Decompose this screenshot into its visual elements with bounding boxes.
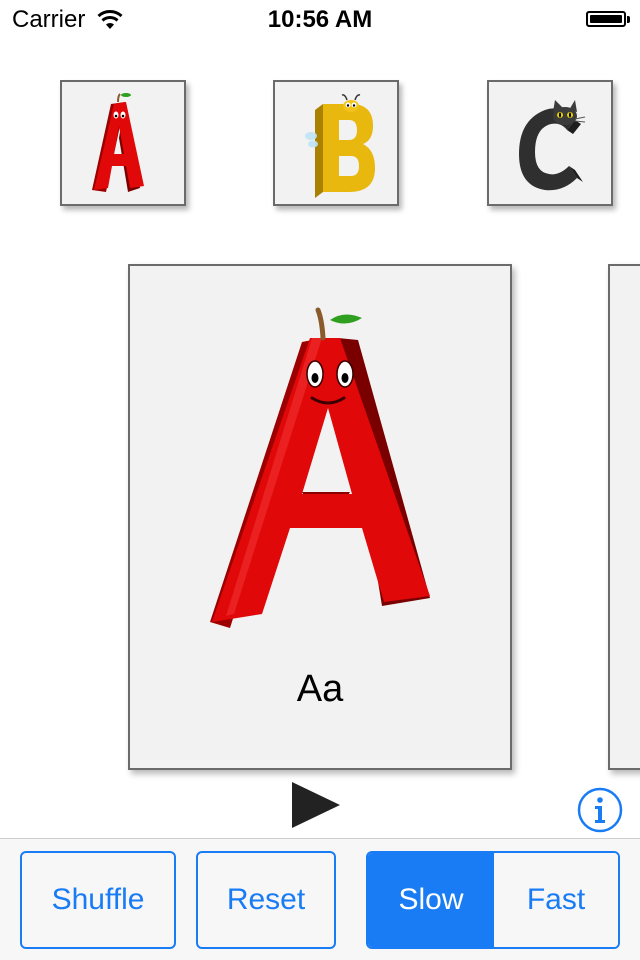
status-bar: Carrier 10:56 AM [0, 0, 640, 40]
reset-button[interactable]: Reset [196, 851, 336, 949]
info-icon[interactable] [577, 787, 623, 833]
speed-slow-segment[interactable]: Slow [368, 853, 494, 947]
status-time: 10:56 AM [267, 6, 373, 33]
bottom-toolbar: Shuffle Reset Slow Fast [0, 838, 640, 960]
speed-segmented-control: Slow Fast [366, 851, 620, 949]
thumbnail-letter-a[interactable] [60, 80, 186, 206]
speed-fast-segment[interactable]: Fast [494, 853, 618, 947]
cat-letter-c-icon [519, 100, 586, 191]
apple-letter-a-icon [92, 93, 144, 192]
play-icon[interactable] [290, 780, 342, 830]
thumbnail-letter-b[interactable] [273, 80, 399, 206]
card-caption: Aa [296, 668, 344, 710]
thumbnail-letter-c[interactable] [487, 80, 613, 206]
battery-icon [586, 11, 630, 29]
shuffle-button[interactable]: Shuffle [20, 851, 176, 949]
flashcard[interactable]: Aa [128, 264, 512, 770]
next-flashcard-peek[interactable] [608, 264, 640, 770]
bee-letter-b-icon [305, 94, 375, 198]
